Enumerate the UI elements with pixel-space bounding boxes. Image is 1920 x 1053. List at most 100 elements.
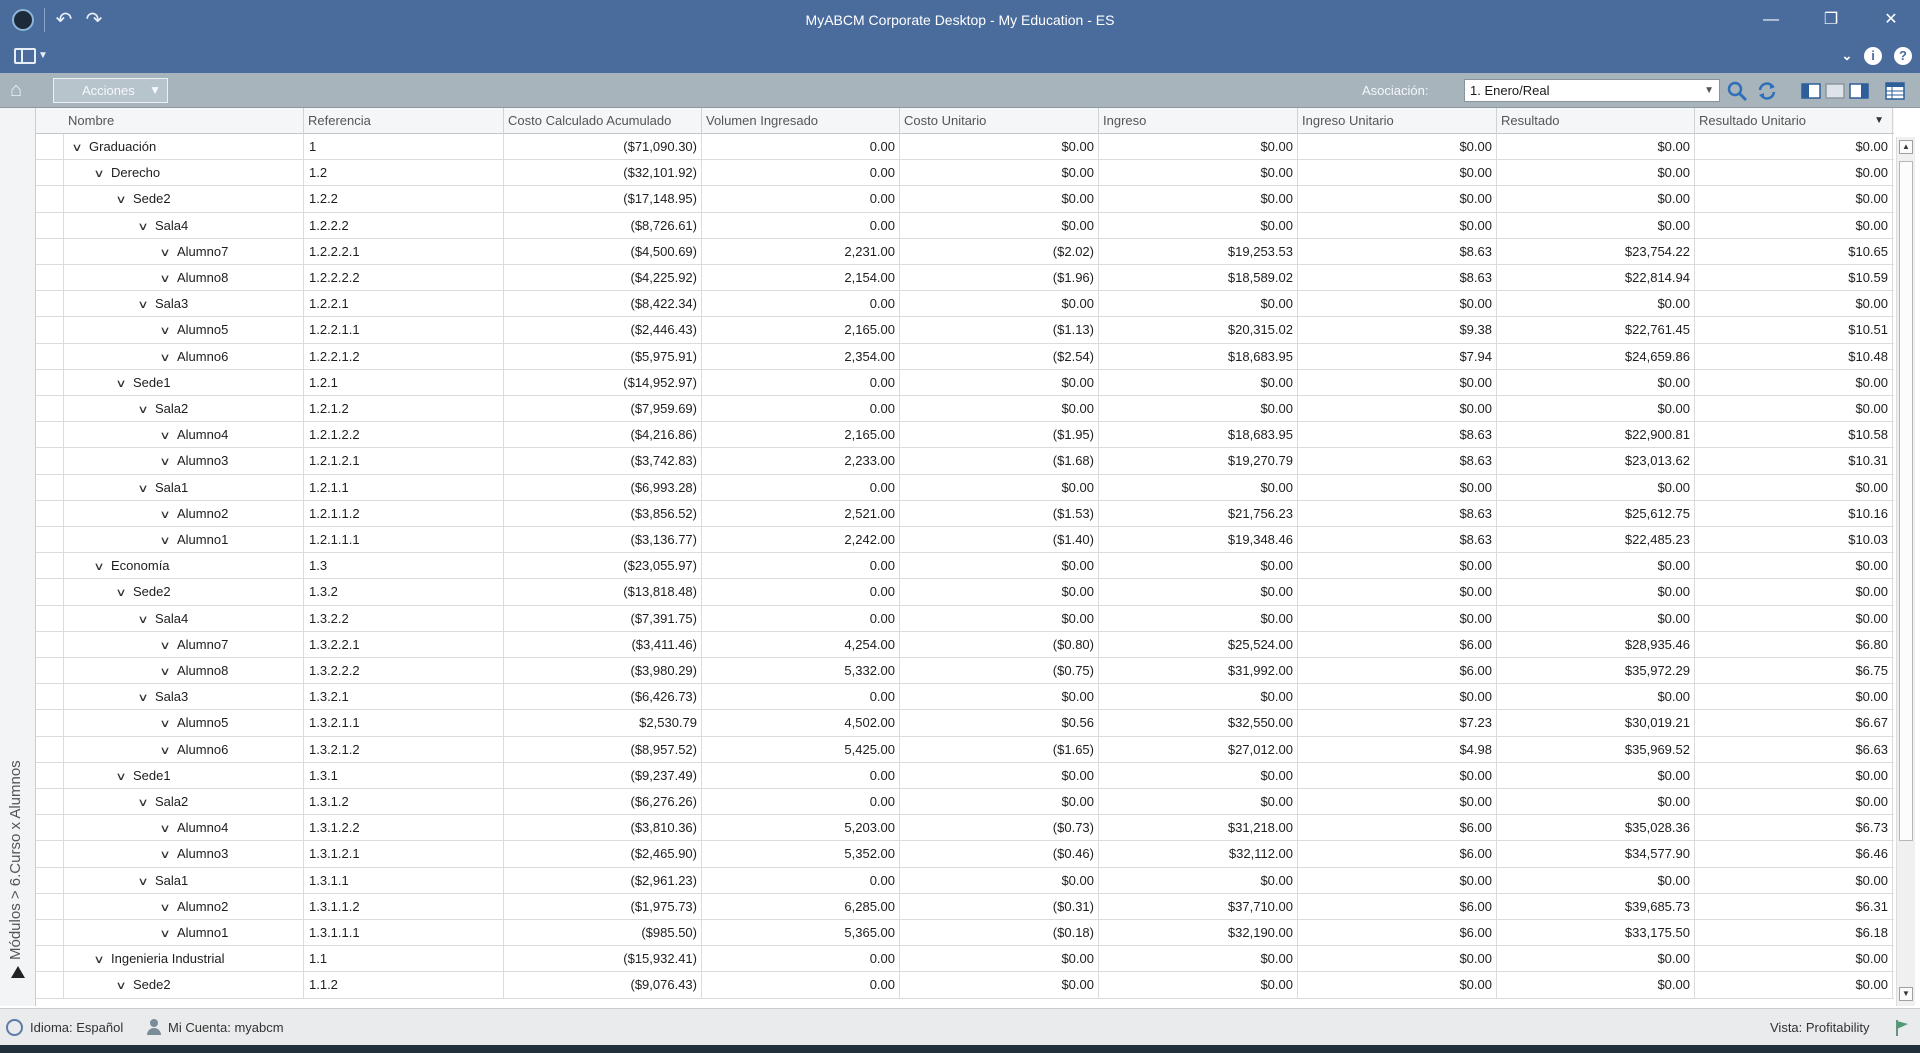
costo-acumulado-cell[interactable]: $2,530.79 bbox=[504, 710, 702, 737]
resultado-cell[interactable]: $22,485.23 bbox=[1497, 527, 1695, 553]
costo-acumulado-cell[interactable]: ($4,216.86) bbox=[504, 422, 702, 449]
table-row[interactable]: ∨ Alumno7 1.2.2.2.1 ($4,500.69) 2,231.00 ($2.… bbox=[36, 238, 1894, 265]
row-selector[interactable] bbox=[36, 553, 64, 580]
collapse-chevron-icon[interactable]: ∨ bbox=[155, 266, 175, 291]
referencia-cell[interactable]: 1.2.2.1 bbox=[304, 291, 504, 318]
resultado-cell[interactable]: $0.00 bbox=[1497, 160, 1695, 187]
nombre-cell[interactable]: ∨ Sede1 bbox=[64, 369, 304, 396]
volumen-cell[interactable]: 0.00 bbox=[702, 867, 900, 894]
nombre-cell[interactable]: ∨ Alumno5 bbox=[64, 710, 304, 737]
collapse-chevron-icon[interactable]: ⌄ bbox=[1838, 47, 1856, 65]
costo-unitario-cell[interactable]: ($1.13) bbox=[900, 317, 1099, 344]
resultado-unitario-cell[interactable]: $0.00 bbox=[1695, 684, 1893, 711]
resultado-unitario-cell[interactable]: $6.75 bbox=[1695, 658, 1893, 684]
ingreso-unitario-cell[interactable]: $0.00 bbox=[1298, 579, 1497, 606]
column-header[interactable]: Volumen Ingresado bbox=[702, 108, 900, 134]
row-selector[interactable] bbox=[36, 343, 64, 370]
column-header[interactable]: Costo Calculado Acumulado bbox=[504, 108, 702, 134]
costo-acumulado-cell[interactable]: ($71,090.30) bbox=[504, 134, 702, 160]
ingreso-unitario-cell[interactable]: $0.00 bbox=[1298, 762, 1497, 789]
resultado-unitario-cell[interactable]: $0.00 bbox=[1695, 186, 1893, 213]
referencia-cell[interactable]: 1.3.1.2.2 bbox=[304, 815, 504, 842]
ingreso-cell[interactable]: $0.00 bbox=[1099, 762, 1298, 789]
collapse-chevron-icon[interactable]: ∨ bbox=[111, 371, 131, 396]
row-selector[interactable] bbox=[36, 605, 64, 632]
costo-unitario-cell[interactable]: ($0.80) bbox=[900, 631, 1099, 658]
volumen-cell[interactable]: 2,165.00 bbox=[702, 422, 900, 449]
nombre-cell[interactable]: ∨ Graduación bbox=[64, 134, 304, 160]
table-row[interactable]: ∨ Alumno2 1.3.1.1.2 ($1,975.73) 6,285.00 ($0.… bbox=[36, 893, 1894, 920]
column-header[interactable]: Costo Unitario bbox=[900, 108, 1099, 134]
referencia-cell[interactable]: 1.2.1.2.2 bbox=[304, 422, 504, 449]
resultado-cell[interactable]: $23,013.62 bbox=[1497, 448, 1695, 475]
volumen-cell[interactable]: 2,165.00 bbox=[702, 317, 900, 344]
collapse-chevron-icon[interactable]: ∨ bbox=[155, 895, 175, 920]
volumen-cell[interactable]: 2,242.00 bbox=[702, 527, 900, 553]
ingreso-unitario-cell[interactable]: $0.00 bbox=[1298, 474, 1497, 501]
costo-unitario-cell[interactable]: $0.00 bbox=[900, 867, 1099, 894]
ingreso-cell[interactable]: $19,348.46 bbox=[1099, 527, 1298, 553]
cuenta-status[interactable]: Mi Cuenta: myabcm bbox=[168, 1009, 284, 1046]
costo-acumulado-cell[interactable]: ($3,856.52) bbox=[504, 500, 702, 527]
volumen-cell[interactable]: 5,203.00 bbox=[702, 815, 900, 842]
table-row[interactable]: ∨ Ingenieria Industrial 1.1 ($15,932.41) 0.0… bbox=[36, 946, 1894, 973]
table-row[interactable]: ∨ Alumno4 1.2.1.2.2 ($4,216.86) 2,165.00 ($1.… bbox=[36, 422, 1894, 449]
costo-acumulado-cell[interactable]: ($7,391.75) bbox=[504, 605, 702, 632]
nombre-cell[interactable]: ∨ Sala3 bbox=[64, 684, 304, 711]
ingreso-unitario-cell[interactable]: $6.00 bbox=[1298, 815, 1497, 842]
resultado-cell[interactable]: $0.00 bbox=[1497, 134, 1695, 160]
costo-unitario-cell[interactable]: $0.00 bbox=[900, 762, 1099, 789]
referencia-cell[interactable]: 1.3.2.2 bbox=[304, 605, 504, 632]
costo-unitario-cell[interactable]: ($0.31) bbox=[900, 893, 1099, 920]
volumen-cell[interactable]: 0.00 bbox=[702, 291, 900, 318]
ingreso-cell[interactable]: $0.00 bbox=[1099, 134, 1298, 160]
referencia-cell[interactable]: 1.3.1.1.2 bbox=[304, 893, 504, 920]
table-row[interactable]: ∨ Alumno6 1.2.2.1.2 ($5,975.91) 2,354.00 ($2.… bbox=[36, 343, 1894, 370]
costo-acumulado-cell[interactable]: ($985.50) bbox=[504, 920, 702, 946]
resultado-cell[interactable]: $28,935.46 bbox=[1497, 631, 1695, 658]
ingreso-unitario-cell[interactable]: $6.00 bbox=[1298, 631, 1497, 658]
row-selector[interactable] bbox=[36, 474, 64, 501]
nombre-cell[interactable]: ∨ Economía bbox=[64, 553, 304, 580]
table-row[interactable]: ∨ Sede2 1.3.2 ($13,818.48) 0.00 $0.00 $0.00 $0.… bbox=[36, 579, 1894, 606]
costo-acumulado-cell[interactable]: ($9,076.43) bbox=[504, 972, 702, 999]
resultado-unitario-cell[interactable]: $6.73 bbox=[1695, 815, 1893, 842]
resultado-cell[interactable]: $24,659.86 bbox=[1497, 343, 1695, 370]
scroll-up-icon[interactable]: ▲ bbox=[1899, 140, 1913, 154]
resultado-unitario-cell[interactable]: $10.65 bbox=[1695, 238, 1893, 265]
referencia-cell[interactable]: 1.2.1.2 bbox=[304, 396, 504, 422]
costo-unitario-cell[interactable]: ($1.65) bbox=[900, 736, 1099, 763]
referencia-cell[interactable]: 1.3.2 bbox=[304, 579, 504, 606]
ingreso-cell[interactable]: $0.00 bbox=[1099, 160, 1298, 187]
referencia-cell[interactable]: 1.2.1.1.2 bbox=[304, 500, 504, 527]
volumen-cell[interactable]: 2,233.00 bbox=[702, 448, 900, 475]
referencia-cell[interactable]: 1.2.2.2.1 bbox=[304, 238, 504, 265]
collapse-chevron-icon[interactable]: ∨ bbox=[155, 502, 175, 527]
resultado-unitario-cell[interactable]: $10.59 bbox=[1695, 265, 1893, 291]
ingreso-cell[interactable]: $31,218.00 bbox=[1099, 815, 1298, 842]
flag-icon[interactable] bbox=[1895, 1019, 1909, 1037]
costo-acumulado-cell[interactable]: ($15,932.41) bbox=[504, 946, 702, 973]
costo-acumulado-cell[interactable]: ($23,055.97) bbox=[504, 553, 702, 580]
nombre-cell[interactable]: ∨ Alumno4 bbox=[64, 422, 304, 449]
help-icon[interactable]: ? bbox=[1894, 47, 1912, 65]
costo-unitario-cell[interactable]: $0.00 bbox=[900, 579, 1099, 606]
resultado-unitario-cell[interactable]: $0.00 bbox=[1695, 789, 1893, 815]
ingreso-unitario-cell[interactable]: $8.63 bbox=[1298, 265, 1497, 291]
costo-unitario-cell[interactable]: $0.00 bbox=[900, 291, 1099, 318]
volumen-cell[interactable]: 4,502.00 bbox=[702, 710, 900, 737]
costo-unitario-cell[interactable]: ($1.96) bbox=[900, 265, 1099, 291]
search-icon[interactable] bbox=[1726, 80, 1748, 102]
costo-acumulado-cell[interactable]: ($5,975.91) bbox=[504, 343, 702, 370]
ingreso-cell[interactable]: $0.00 bbox=[1099, 553, 1298, 580]
referencia-cell[interactable]: 1.3.1.1 bbox=[304, 867, 504, 894]
row-selector[interactable] bbox=[36, 710, 64, 737]
costo-unitario-cell[interactable]: $0.00 bbox=[900, 474, 1099, 501]
row-selector[interactable] bbox=[36, 736, 64, 763]
resultado-cell[interactable]: $0.00 bbox=[1497, 762, 1695, 789]
table-row[interactable]: ∨ Alumno3 1.2.1.2.1 ($3,742.83) 2,233.00 ($1.… bbox=[36, 448, 1894, 475]
volumen-cell[interactable]: 5,365.00 bbox=[702, 920, 900, 946]
ingreso-cell[interactable]: $0.00 bbox=[1099, 789, 1298, 815]
referencia-cell[interactable]: 1.2.1 bbox=[304, 369, 504, 396]
collapse-chevron-icon[interactable]: ∨ bbox=[155, 842, 175, 867]
